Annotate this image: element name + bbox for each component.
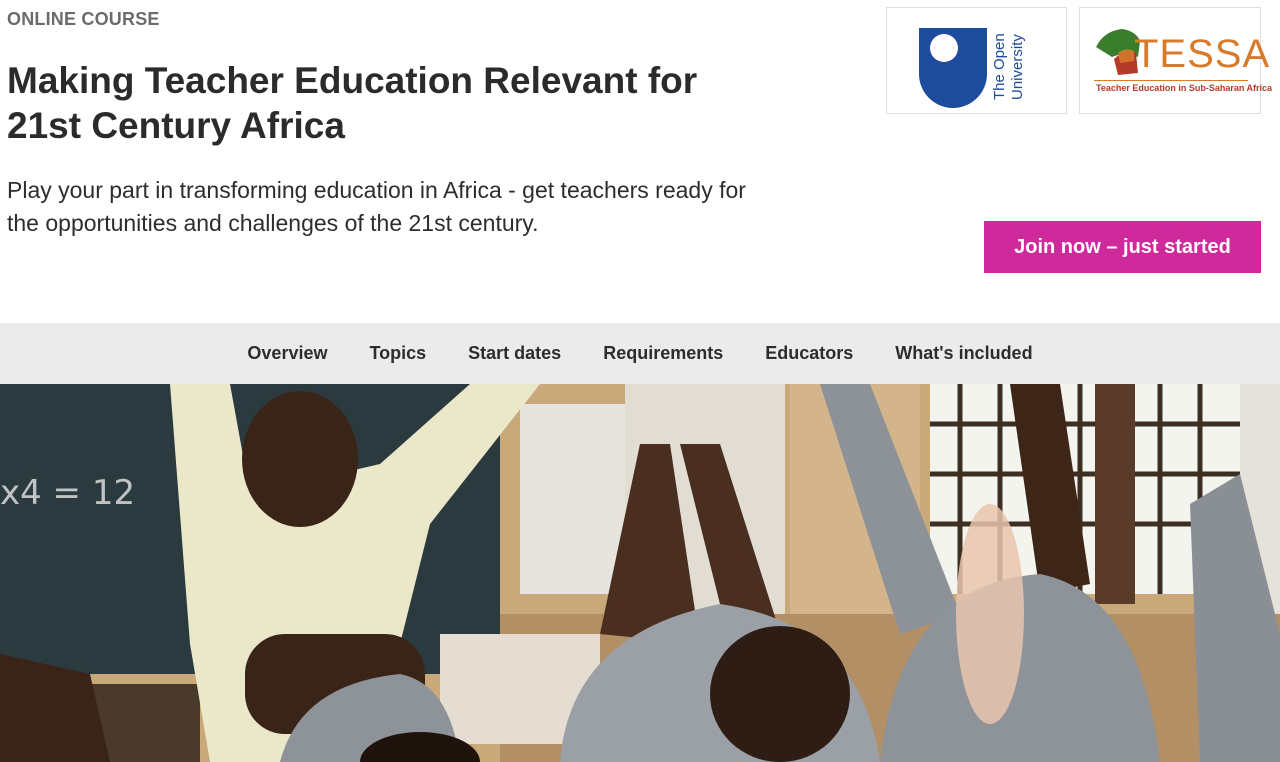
open-university-logo[interactable]: The Open University [886, 7, 1067, 114]
tessa-tagline: Teacher Education in Sub-Saharan Africa [1096, 83, 1273, 93]
tessa-wordmark: TESSA [1134, 32, 1271, 76]
join-now-button[interactable]: Join now – just started [984, 221, 1261, 273]
open-university-shield-icon [919, 28, 987, 108]
ou-line-2: University [1009, 34, 1026, 100]
tessa-logo[interactable]: TESSA Teacher Education in Sub-Saharan A… [1079, 7, 1272, 114]
teacher-face [242, 391, 358, 527]
tab-start-dates[interactable]: Start dates [468, 343, 561, 364]
tab-requirements[interactable]: Requirements [603, 343, 723, 364]
course-intro: Play your part in transforming education… [7, 177, 746, 236]
open-university-wordmark: The Open University [991, 14, 1027, 100]
tab-educators[interactable]: Educators [765, 343, 853, 364]
course-eyebrow: ONLINE COURSE [7, 9, 160, 29]
hero-image: x4 = 12 [0, 384, 1280, 762]
ou-line-1: The Open [991, 33, 1008, 100]
course-title: Making Teacher Education Relevant for 21… [7, 60, 698, 146]
classroom-photo: x4 = 12 [0, 384, 1280, 762]
blackboard-text: x4 = 12 [0, 473, 135, 513]
course-subnav: Overview Topics Start dates Requirements… [0, 323, 1280, 384]
tab-topics[interactable]: Topics [369, 343, 426, 364]
tab-overview[interactable]: Overview [247, 343, 327, 364]
tessa-divider [1094, 80, 1248, 81]
tab-whats-included[interactable]: What's included [895, 343, 1032, 364]
